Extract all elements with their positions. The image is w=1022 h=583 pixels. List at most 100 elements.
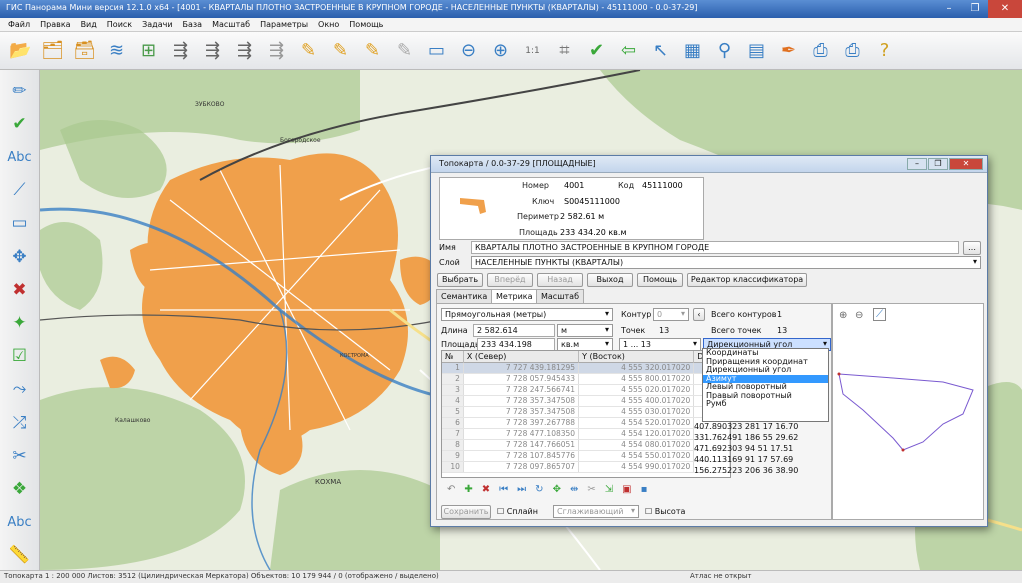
tree-icon[interactable]: ⊞ <box>134 36 163 66</box>
pencil-icon[interactable]: ✎ <box>294 36 323 66</box>
open-folder-icon[interactable]: 📂 <box>6 36 35 66</box>
last-point-icon[interactable]: ⏭ <box>517 484 526 495</box>
forward-button[interactable]: Вперёд <box>487 273 533 287</box>
move-object-icon[interactable]: ✦ <box>4 308 36 337</box>
table-icon[interactable]: ▦ <box>678 36 707 66</box>
preview-zoom-in-icon[interactable]: ⊕ <box>839 310 847 321</box>
name-field[interactable]: КВАРТАЛЫ ПЛОТНО ЗАСТРОЕННЫЕ В КРУПНОМ ГО… <box>471 241 959 254</box>
arrows-grey-icon[interactable]: ⇶ <box>262 36 291 66</box>
menu-window[interactable]: Окно <box>318 20 339 29</box>
add-point-icon[interactable]: ✚ <box>464 484 472 495</box>
save-icon[interactable]: ▪ <box>641 484 648 495</box>
move-icon[interactable]: ✥ <box>553 484 561 495</box>
table-row[interactable]: 87 728 147.766051 4 554 080.017020 <box>442 440 730 451</box>
zoom-out-icon[interactable]: ⊖ <box>454 36 483 66</box>
select-button[interactable]: Выбрать <box>437 273 483 287</box>
length-field[interactable]: 2 582.614 <box>473 324 555 337</box>
table-row[interactable]: 47 728 357.347508 4 555 400.017020 <box>442 396 730 407</box>
menu-database[interactable]: База <box>183 20 203 29</box>
delete-object-icon[interactable]: ✖ <box>4 275 36 304</box>
layers-icon[interactable]: ≋ <box>102 36 131 66</box>
printer2-icon[interactable]: ⎙ <box>838 36 867 66</box>
col-y-header[interactable]: Y (Восток) <box>579 351 695 363</box>
col-x-header[interactable]: X (Север) <box>464 351 580 363</box>
dialog-close-button[interactable]: ✕ <box>949 158 983 170</box>
abc-text-icon[interactable]: Abc <box>4 142 36 171</box>
fit-frame-icon[interactable]: ⌗ <box>550 36 579 66</box>
spline-checkbox[interactable]: ☐ Сплайн <box>497 507 538 516</box>
dropdown-option[interactable]: Румб <box>703 399 828 409</box>
pen-draw-icon[interactable]: ✏ <box>4 76 36 105</box>
zoom-in-icon[interactable]: ⊕ <box>486 36 515 66</box>
menu-tasks[interactable]: Задачи <box>142 20 172 29</box>
split-line-icon[interactable]: ⤳ <box>4 375 36 404</box>
first-point-icon[interactable]: ⏮ <box>499 484 508 495</box>
ruler-icon[interactable]: 📏 <box>4 541 36 570</box>
close-button[interactable]: ✕ <box>988 0 1022 18</box>
branch-line-icon[interactable]: ⤮ <box>4 408 36 437</box>
tab-metrics[interactable]: Метрика <box>491 289 538 303</box>
search-point-icon[interactable]: ⚲ <box>710 36 739 66</box>
help-button[interactable]: Помощь <box>637 273 683 287</box>
abc-label-icon[interactable]: Abc <box>4 508 36 537</box>
tools-icon[interactable]: ✂ <box>587 484 595 495</box>
table-row[interactable]: 27 728 057.945433 4 555 800.017020 <box>442 374 730 385</box>
coordinates-grid[interactable]: № X (Север) Y (Восток) D 17 727 439.1812… <box>441 350 731 478</box>
menu-edit[interactable]: Правка <box>40 20 70 29</box>
tab-semantics[interactable]: Семантика <box>436 289 493 303</box>
pencil-delete-icon[interactable]: ✎ <box>390 36 419 66</box>
scissors-icon[interactable]: ✂ <box>4 441 36 470</box>
rotate-icon[interactable]: ↻ <box>535 484 543 495</box>
name-browse-button[interactable]: … <box>963 241 981 255</box>
tab-scale[interactable]: Масштаб <box>536 289 585 303</box>
minimize-button[interactable]: – <box>936 0 962 18</box>
back-arrow-icon[interactable]: ⇦ <box>614 36 643 66</box>
col-number-header[interactable]: № <box>442 351 464 363</box>
frame-icon[interactable]: ▭ <box>422 36 451 66</box>
preview-line-icon[interactable]: ⟋ <box>873 308 886 321</box>
open-map-icon[interactable]: 🗂 <box>38 36 67 66</box>
arrows-a-icon[interactable]: ⇶ <box>198 36 227 66</box>
menu-search[interactable]: Поиск <box>107 20 132 29</box>
contour-preview[interactable]: ⊕ ⊖ ⟋ <box>832 303 984 520</box>
polyline-icon[interactable]: ⟋ <box>4 176 36 205</box>
layer-select[interactable]: НАСЕЛЕННЫЕ ПУНКТЫ (КВАРТАЛЫ) <box>471 256 981 269</box>
maximize-button[interactable]: ❐ <box>962 0 988 18</box>
height-checkbox[interactable]: ☐ Высота <box>645 507 685 516</box>
delete-point-icon[interactable]: ✖ <box>482 484 490 495</box>
check-icon[interactable]: ✔ <box>582 36 611 66</box>
back-button[interactable]: Назад <box>537 273 583 287</box>
map-puzzle-icon[interactable]: ✥ <box>4 242 36 271</box>
check-edit-icon[interactable]: ✔ <box>4 109 36 138</box>
contour-select[interactable]: 0 <box>653 308 689 321</box>
pencil-plus-icon[interactable]: ✎ <box>326 36 355 66</box>
menu-file[interactable]: Файл <box>8 20 30 29</box>
table-row[interactable]: 10 7 728 097.865707 4 554 990.017020 <box>442 462 730 473</box>
preview-zoom-out-icon[interactable]: ⊖ <box>855 310 863 321</box>
coord-type-select[interactable]: Прямоугольная (метры) <box>441 308 613 321</box>
import-icon[interactable]: ⇲ <box>605 484 613 495</box>
length-unit-select[interactable]: м <box>557 324 613 337</box>
menu-parameters[interactable]: Параметры <box>260 20 308 29</box>
pen-tool-icon[interactable]: ✒ <box>774 36 803 66</box>
pencil-edit-icon[interactable]: ✎ <box>358 36 387 66</box>
table-row[interactable]: 67 728 397.267788 4 554 520.017020 <box>442 418 730 429</box>
exit-button[interactable]: Выход <box>587 273 633 287</box>
arrows-dots-icon[interactable]: ⇶ <box>230 36 259 66</box>
table-row[interactable]: 17 727 439.181295 4 555 320.017020 <box>442 363 730 374</box>
dialog-minimize-button[interactable]: – <box>907 158 927 170</box>
split-icon[interactable]: ⇹ <box>570 484 578 495</box>
object-info-icon[interactable]: ▤ <box>742 36 771 66</box>
pointer-icon[interactable]: ↖ <box>646 36 675 66</box>
dialog-maximize-button[interactable]: ❐ <box>928 158 948 170</box>
table-row[interactable]: 97 728 107.845776 4 554 550.017020 <box>442 451 730 462</box>
printer-icon[interactable]: ⎙ <box>806 36 835 66</box>
smoothing-select[interactable]: Сглаживающий <box>553 505 639 518</box>
menu-view[interactable]: Вид <box>81 20 97 29</box>
map-list-icon[interactable]: 🗃 <box>70 36 99 66</box>
table-row[interactable]: 57 728 357.347508 4 555 030.017020 <box>442 407 730 418</box>
menu-help[interactable]: Помощь <box>349 20 383 29</box>
table-row[interactable]: 77 728 477.108350 4 554 120.017020 <box>442 429 730 440</box>
table-row[interactable]: 37 728 247.566741 4 555 020.017020 <box>442 385 730 396</box>
contour-prev-button[interactable]: ‹ <box>693 308 705 321</box>
